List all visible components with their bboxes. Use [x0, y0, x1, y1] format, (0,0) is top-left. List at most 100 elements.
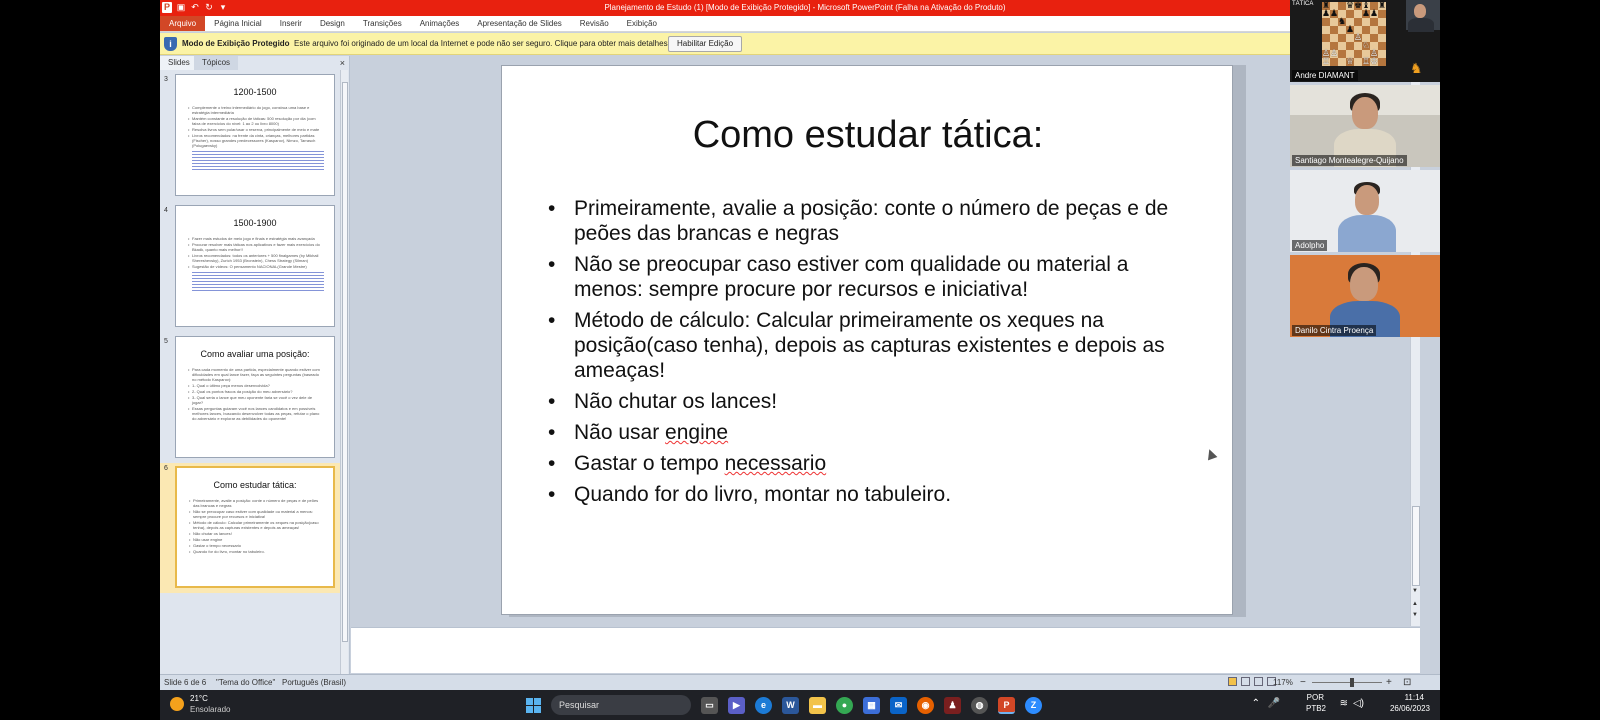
thumbnail-row[interactable]: 4 1500-1900 Fazer mais estudos de meio j… — [160, 205, 340, 331]
slide-canvas[interactable]: Como estudar tática: Primeiramente, aval… — [501, 65, 1233, 615]
slide-number: 5 — [164, 338, 168, 345]
store-icon[interactable]: ▦ — [863, 696, 880, 714]
slide-bullet: Não chutar os lances! — [548, 389, 1198, 414]
slide-thumbnail-selected[interactable]: Como estudar tática: Primeiramente, aval… — [175, 466, 335, 588]
slide-thumbnail[interactable]: 1500-1900 Fazer mais estudos de meio jog… — [175, 205, 335, 327]
normal-view-icon[interactable] — [1228, 677, 1237, 686]
thumbnail-bullet: Primeiramente, avalie a posição: conte o… — [189, 498, 323, 508]
slide-thumbnail[interactable]: 1200-1500 Complemente o treino intermedi… — [175, 74, 335, 196]
clock-time[interactable]: 11:14 — [1405, 693, 1424, 702]
chess-piece-icon: ♟ — [1330, 8, 1339, 18]
zoom-out-button[interactable]: − — [1300, 675, 1306, 690]
tab-design[interactable]: Design — [311, 16, 354, 31]
zoom-icon[interactable]: Z — [1025, 696, 1042, 714]
chess-piece-icon: ♟ — [1370, 8, 1379, 18]
notes-pane[interactable] — [351, 627, 1420, 673]
panel-tabs: Slides Tópicos × — [160, 56, 350, 70]
word-icon[interactable]: W — [782, 696, 799, 714]
tab-exibicao[interactable]: Exibição — [618, 16, 666, 31]
next-slide-icon[interactable]: ▼ — [1412, 612, 1418, 618]
edge-icon[interactable]: e — [755, 696, 772, 714]
tab-animacoes[interactable]: Animações — [411, 16, 469, 31]
theme-name[interactable]: "Tema do Office" — [216, 675, 275, 690]
protected-view-bar: i Modo de Exibição Protegido Este arquiv… — [160, 33, 1440, 55]
thumbnail-bullets: Fazer mais estudos de meio jogo e finais… — [188, 236, 324, 269]
thumbnail-bullets: Primeiramente, avalie a posição: conte o… — [189, 498, 323, 554]
chess-app-icon[interactable]: ♟ — [944, 696, 961, 714]
firefox-icon[interactable]: ◉ — [917, 696, 934, 714]
language-code[interactable]: POR — [1307, 693, 1324, 702]
keyboard-layout[interactable]: PTB2 — [1306, 704, 1326, 713]
thumbnail-bullet: Quando for do livro, montar no tabuleiro… — [189, 549, 323, 554]
person-body — [1338, 215, 1396, 252]
scrollbar-thumb[interactable] — [1412, 506, 1420, 586]
windows-start-icon[interactable] — [526, 697, 541, 713]
enable-editing-button[interactable]: Habilitar Edição — [668, 36, 743, 52]
slide-sorter-icon[interactable] — [1241, 677, 1250, 686]
volume-icon[interactable]: ◁) — [1353, 698, 1364, 709]
clock-date[interactable]: 26/06/2023 — [1390, 704, 1430, 713]
slides-panel: Slides Tópicos × 3 1200-1500 Complemente… — [160, 56, 350, 674]
previous-slide-icon[interactable]: ▲ — [1412, 601, 1418, 607]
tab-pagina-inicial[interactable]: Página Inicial — [205, 16, 271, 31]
thumbnail-row-selected[interactable]: 6 Como estudar tática: Primeiramente, av… — [160, 463, 340, 593]
tab-slides[interactable]: Slides — [160, 56, 199, 70]
chess-piece-icon: ♖ — [1322, 56, 1331, 66]
task-view-icon[interactable]: ▭ — [701, 696, 718, 714]
scrollbar-thumb[interactable] — [342, 82, 348, 642]
participant-video[interactable]: Danilo Cintra Proença — [1290, 255, 1440, 337]
wifi-icon[interactable]: ≋ — [1340, 698, 1348, 709]
zoom-slider-knob[interactable] — [1350, 678, 1354, 687]
reading-view-icon[interactable] — [1254, 677, 1263, 686]
tab-topicos[interactable]: Tópicos — [194, 56, 239, 70]
thumbnail-title: Como avaliar uma posição: — [200, 349, 310, 359]
zoom-level[interactable]: 117% — [1273, 675, 1293, 690]
chess-piece-icon: ♟ — [1362, 8, 1371, 18]
slide-number: 6 — [164, 465, 168, 472]
language-indicator[interactable]: Português (Brasil) — [282, 675, 346, 690]
sun-icon — [170, 697, 184, 711]
thumbnail-bullet: Essas perguntas guiaram você nos lances … — [188, 406, 324, 421]
fit-window-icon[interactable]: ⊡ — [1403, 675, 1411, 690]
close-icon[interactable]: × — [340, 56, 345, 70]
zoom-slider[interactable] — [1312, 682, 1382, 683]
participant-video[interactable]: Santiago Montealegre-Quijano — [1290, 85, 1440, 167]
slide-title[interactable]: Como estudar tática: — [502, 114, 1234, 157]
bullet-text: Gastar o tempo — [574, 452, 725, 475]
thumbnail-scrollbar[interactable] — [340, 70, 348, 674]
participant-video[interactable]: TÁTICA ♜ ♛ ♚ ♝ ♜ ♟ ♟ ♟ ♟ ♞ ♟ ♙ ♘ ♙ ♙ ♙ ♖ ♕ ♔ ♖ ♞ Andre DIAM… — [1290, 0, 1440, 82]
taskbar-search[interactable]: Pesquisar — [551, 695, 691, 715]
slide-bullet-list[interactable]: Primeiramente, avalie a posição: conte o… — [548, 196, 1198, 513]
tab-revisao[interactable]: Revisão — [571, 16, 618, 31]
person-head — [1352, 97, 1378, 129]
protected-view-message[interactable]: Este arquivo foi originado de um local d… — [294, 33, 670, 55]
person-body — [1408, 18, 1434, 32]
powerpoint-taskbar-icon[interactable]: P — [998, 696, 1015, 714]
teams-chat-icon[interactable]: ▶ — [728, 696, 745, 714]
ribbon-tabs: Arquivo Página Inicial Inserir Design Tr… — [160, 16, 1440, 32]
slide-number: 4 — [164, 207, 168, 214]
thumbnail-bullets: Para cada momento de uma partida, especi… — [188, 367, 324, 421]
tab-transicoes[interactable]: Transições — [354, 16, 411, 31]
scroll-down-icon[interactable]: ▼ — [1412, 588, 1418, 594]
chess-piece-icon: ♞ — [1338, 16, 1347, 26]
zoom-in-button[interactable]: + — [1386, 675, 1392, 690]
tab-inserir[interactable]: Inserir — [271, 16, 311, 31]
thumbnail-bullets: Complemente o treino intermediário do jo… — [188, 105, 324, 148]
file-explorer-icon[interactable]: ▬ — [809, 696, 826, 714]
thumbnail-row[interactable]: 3 1200-1500 Complemente o treino interme… — [160, 74, 340, 200]
slide-thumbnail[interactable]: Como avaliar uma posição: Para cada mome… — [175, 336, 335, 458]
bullet-text: Não usar — [574, 421, 666, 444]
thumbnail-bullet: 2- Qual os pontos fracos da posição do m… — [188, 389, 324, 394]
powerpoint-window: P ▣ ↶ ↻ ▾ Planejamento de Estudo (1) [Mo… — [160, 0, 1440, 690]
thumbnail-links — [192, 270, 324, 292]
tab-arquivo[interactable]: Arquivo — [160, 16, 206, 31]
tab-apresentacao[interactable]: Apresentação de Slides — [468, 16, 571, 31]
recorder-icon[interactable]: ◍ — [971, 696, 988, 714]
chevron-up-icon[interactable]: ⌃ — [1252, 698, 1260, 709]
mail-icon[interactable]: ✉ — [890, 696, 907, 714]
chrome-icon[interactable]: ● — [836, 696, 853, 714]
participant-video[interactable]: Adolpho — [1290, 170, 1440, 252]
thumbnail-row[interactable]: 5 Como avaliar uma posição: Para cada mo… — [160, 336, 340, 462]
microphone-icon[interactable]: 🎤 — [1268, 698, 1280, 709]
